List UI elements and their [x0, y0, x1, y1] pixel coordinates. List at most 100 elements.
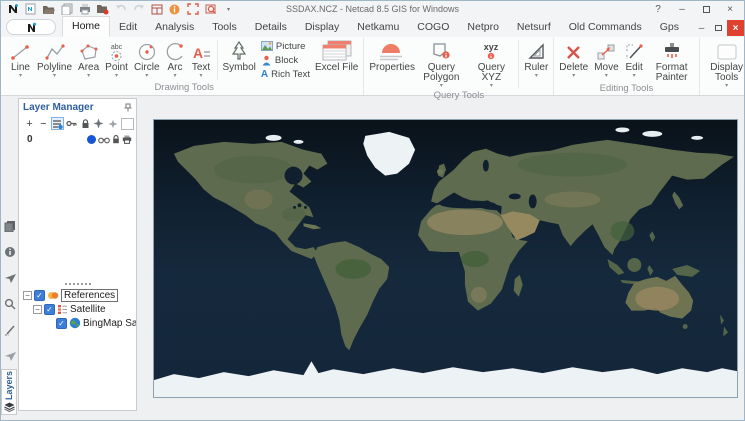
- area-button[interactable]: Area ▾: [75, 38, 102, 80]
- tab-old-commands[interactable]: Old Commands: [560, 18, 651, 37]
- references-checkbox[interactable]: ✓: [34, 289, 45, 301]
- move-icon: [596, 39, 616, 62]
- query-polygon-icon: [430, 39, 452, 62]
- tab-netpro[interactable]: Netpro: [458, 18, 508, 37]
- edit-pencil-icon: [625, 39, 644, 62]
- zoom-window-icon[interactable]: [204, 3, 217, 15]
- tab-display[interactable]: Display: [296, 18, 348, 37]
- sketch-pencil-icon[interactable]: [3, 323, 17, 337]
- search-icon[interactable]: [3, 297, 17, 311]
- point-button[interactable]: abc Point ▾: [102, 38, 131, 80]
- tab-home[interactable]: Home: [62, 16, 111, 37]
- send-plane-icon[interactable]: [3, 349, 17, 363]
- save-project-icon[interactable]: [96, 3, 109, 15]
- app-logo-icon[interactable]: [6, 3, 19, 15]
- info-icon[interactable]: [168, 3, 181, 15]
- tree-row-references[interactable]: − ✓ References: [19, 288, 136, 302]
- display-tools-button[interactable]: Display Tools ▾: [702, 38, 744, 90]
- application-menu-button[interactable]: [6, 19, 56, 35]
- tab-tools[interactable]: Tools: [203, 18, 246, 37]
- tab-details[interactable]: Details: [246, 18, 296, 37]
- tree-symbol-icon: [229, 39, 249, 62]
- pin-icon[interactable]: [124, 103, 132, 112]
- delete-button[interactable]: Delete ▾: [556, 38, 591, 80]
- tab-netsurf[interactable]: Netsurf: [508, 18, 560, 37]
- satellite-checkbox[interactable]: ✓: [44, 303, 55, 315]
- tree-label: BingMap Satellite I: [83, 317, 136, 329]
- person-icon: [261, 55, 272, 66]
- format-painter-button[interactable]: Format Painter: [647, 38, 697, 83]
- block-button[interactable]: Block: [261, 53, 310, 67]
- lock-button[interactable]: [79, 117, 92, 130]
- lock-column-icon[interactable]: [112, 135, 120, 144]
- layer-list-button[interactable]: [50, 117, 64, 130]
- tree-row-bingmap[interactable]: ✓ BingMap Satellite I: [19, 316, 136, 330]
- arc-button[interactable]: Arc ▾: [163, 38, 188, 80]
- ruler-button[interactable]: Ruler ▾: [521, 38, 551, 80]
- world-satellite-map[interactable]: [153, 119, 738, 398]
- properties-button[interactable]: Properties: [366, 38, 416, 73]
- polyline-button[interactable]: Polyline ▾: [34, 38, 75, 80]
- collapse-expander-icon[interactable]: −: [23, 290, 32, 300]
- undo-icon[interactable]: [114, 3, 127, 15]
- edit-button[interactable]: Edit ▾: [622, 38, 647, 80]
- tab-gps[interactable]: Gps: [651, 18, 688, 37]
- save-as-icon[interactable]: [60, 3, 73, 15]
- document-minimize-button[interactable]: –: [693, 20, 710, 36]
- query-polygon-button[interactable]: Query Polygon ▾: [416, 38, 466, 90]
- line-button[interactable]: Line ▾: [7, 38, 34, 80]
- new-file-icon[interactable]: [24, 3, 37, 15]
- minimize-button[interactable]: –: [670, 2, 694, 17]
- document-close-button[interactable]: ×: [727, 20, 744, 36]
- chevron-down-icon: ▾: [87, 73, 91, 79]
- add-layer-button[interactable]: +: [23, 117, 36, 130]
- promote-star-button[interactable]: [92, 117, 105, 130]
- document-restore-button[interactable]: [710, 20, 727, 36]
- help-button[interactable]: ?: [646, 2, 670, 17]
- notebook-icon[interactable]: [3, 219, 17, 233]
- maximize-button[interactable]: [694, 2, 718, 17]
- move-button[interactable]: Move ▾: [591, 38, 621, 80]
- group-separator: [518, 40, 520, 88]
- group-label-editing-tools: Editing Tools: [599, 83, 654, 94]
- ribbon-group-display-tools: Display Tools ▾: [700, 38, 744, 95]
- color-swatch-icon[interactable]: [87, 135, 96, 144]
- print-icon[interactable]: [78, 3, 91, 15]
- tab-netkamu[interactable]: Netkamu: [348, 18, 408, 37]
- properties-icon: [376, 39, 406, 62]
- rich-text-button[interactable]: A Rich Text: [261, 67, 310, 81]
- tab-cogo[interactable]: COGO: [408, 18, 458, 37]
- qat-more-icon[interactable]: ▾: [222, 3, 235, 15]
- symbol-button[interactable]: Symbol: [220, 38, 259, 80]
- text-button[interactable]: A Text ▾: [188, 38, 215, 80]
- window-layout-icon[interactable]: [150, 3, 163, 15]
- tree-row-satellite[interactable]: − ✓ Satellite: [19, 302, 136, 316]
- print-column-icon[interactable]: [122, 135, 132, 144]
- visibility-glasses-icon[interactable]: [98, 136, 110, 144]
- insert-stack: Picture Block A Rich Text: [259, 38, 312, 82]
- collapse-expander-icon[interactable]: −: [33, 304, 42, 314]
- restore-icon: [715, 25, 722, 31]
- splitter-handle[interactable]: [64, 283, 91, 285]
- picture-button[interactable]: Picture: [260, 39, 310, 53]
- key-button[interactable]: [65, 117, 78, 130]
- select-region-icon[interactable]: [186, 3, 199, 15]
- open-folder-icon[interactable]: [42, 3, 55, 15]
- remove-layer-button[interactable]: −: [37, 117, 50, 130]
- close-button[interactable]: ×: [718, 2, 742, 17]
- redo-icon[interactable]: [132, 3, 145, 15]
- svg-text:xyz: xyz: [484, 42, 499, 52]
- info-circle-icon[interactable]: [3, 245, 17, 259]
- send-plane-icon[interactable]: [3, 271, 17, 285]
- tab-analysis[interactable]: Analysis: [146, 18, 203, 37]
- circle-button[interactable]: Circle ▾: [131, 38, 163, 80]
- demote-star-button[interactable]: [106, 117, 119, 130]
- tab-edit[interactable]: Edit: [110, 18, 146, 37]
- layer-filter-box[interactable]: [121, 117, 135, 130]
- excel-file-button[interactable]: Excel File: [312, 38, 361, 80]
- bingmap-checkbox[interactable]: ✓: [56, 317, 67, 329]
- query-xyz-button[interactable]: xyz Query XYZ ▾: [466, 38, 516, 90]
- tree-label: References: [61, 288, 119, 302]
- layers-side-tab[interactable]: Layers: [1, 369, 17, 415]
- point-icon: abc: [106, 39, 127, 62]
